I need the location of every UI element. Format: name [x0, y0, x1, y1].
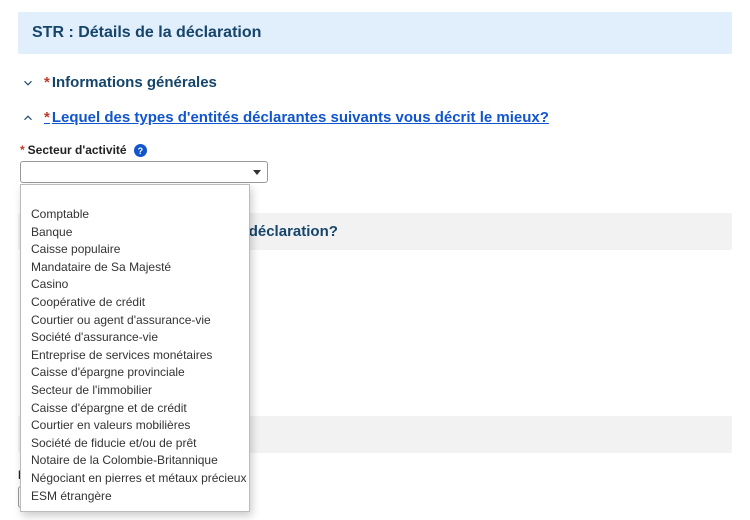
page-banner: STR : Détails de la déclaration — [18, 12, 732, 54]
dropdown-item[interactable]: Banque — [21, 224, 249, 242]
dropdown-item[interactable]: Société de fiducie et/ou de prêt — [21, 435, 249, 453]
dropdown-item[interactable]: Caisse populaire — [21, 241, 249, 259]
dropdown-item[interactable]: Entreprise de services monétaires — [21, 347, 249, 365]
activity-dropdown[interactable]: ComptableBanqueCaisse populaireMandatair… — [20, 184, 250, 512]
dropdown-item[interactable]: Secteur de l'immobilier — [21, 382, 249, 400]
dropdown-item[interactable]: Casino — [21, 276, 249, 294]
chevron-down-icon — [20, 75, 36, 91]
dropdown-item[interactable]: ESM étrangère — [21, 488, 249, 506]
dropdown-item[interactable]: Courtier en valeurs mobilières — [21, 417, 249, 435]
accordion-general: *Informations générales — [18, 68, 732, 97]
dropdown-item[interactable]: Société d'assurance-vie — [21, 329, 249, 347]
accordion-entity-type-title[interactable]: *Lequel des types d'entités déclarantes … — [44, 109, 549, 126]
activity-select-display[interactable] — [20, 161, 268, 183]
activity-field: *Secteur d'activité ? ComptableBanqueCai… — [20, 142, 732, 183]
dropdown-blank-option[interactable] — [21, 191, 249, 206]
dropdown-item[interactable]: Caisse d'épargne et de crédit — [21, 400, 249, 418]
dropdown-item[interactable]: Notaire de la Colombie-Britannique — [21, 452, 249, 470]
chevron-up-icon — [20, 110, 36, 126]
help-icon[interactable]: ? — [134, 144, 147, 157]
dropdown-item[interactable]: Courtier ou agent d'assurance-vie — [21, 312, 249, 330]
dropdown-item[interactable]: Comptable — [21, 206, 249, 224]
caret-down-icon — [253, 170, 261, 175]
dropdown-item[interactable]: Coopérative de crédit — [21, 294, 249, 312]
dropdown-item[interactable]: Caisse d'épargne provinciale — [21, 364, 249, 382]
accordion-entity-type-header[interactable]: *Lequel des types d'entités déclarantes … — [18, 103, 732, 132]
accordion-entity-type: *Lequel des types d'entités déclarantes … — [18, 103, 732, 183]
page-title: STR : Détails de la déclaration — [32, 24, 261, 41]
activity-label: *Secteur d'activité — [20, 143, 130, 157]
dropdown-item[interactable]: Mandataire de Sa Majesté — [21, 259, 249, 277]
activity-select[interactable]: ComptableBanqueCaisse populaireMandatair… — [20, 161, 732, 183]
accordion-general-header[interactable]: *Informations générales — [18, 68, 732, 97]
accordion-general-title: *Informations générales — [44, 74, 217, 91]
dropdown-item[interactable]: Négociant en pierres et métaux précieux — [21, 470, 249, 488]
